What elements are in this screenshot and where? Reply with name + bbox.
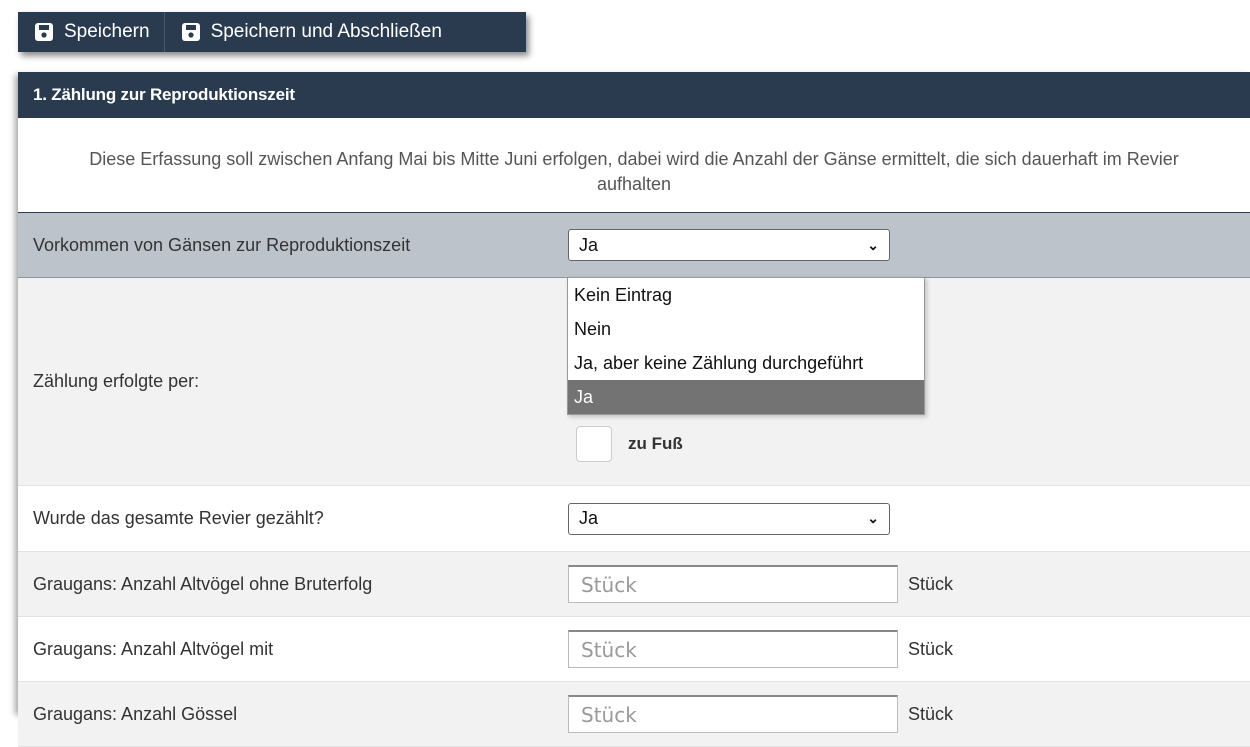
save-button[interactable]: Speichern — [18, 12, 164, 52]
gesamtes-revier-select[interactable]: Ja ⌄ — [568, 502, 890, 535]
floppy-disk-icon — [181, 23, 200, 41]
field-label: Graugans: Anzahl Gössel — [33, 703, 238, 724]
dropdown-option-selected[interactable]: Ja — [568, 380, 924, 414]
chevron-down-icon: ⌄ — [867, 510, 879, 526]
field-label: Graugans: Anzahl Altvögel mit — [33, 638, 274, 659]
unit-label: Stück — [908, 573, 954, 594]
dropdown-option[interactable]: Ja, aber keine Zählung durchgeführt — [568, 346, 924, 380]
row-mit-bruterfolg: Graugans: Anzahl Altvögel mit Stück Stüc… — [18, 617, 1250, 682]
section-title: 1. Zählung zur Reproduktionszeit — [18, 72, 1250, 118]
row-vorkommen: Vorkommen von Gänsen zur Reproduktionsze… — [18, 213, 1250, 278]
save-button-label: Speichern — [64, 21, 150, 42]
dropdown-option[interactable]: Nein — [568, 312, 924, 346]
save-and-close-button[interactable]: Speichern und Abschließen — [163, 12, 456, 52]
section-intro: Diese Erfassung soll zwischen Anfang Mai… — [18, 118, 1250, 213]
select-value: Ja — [579, 508, 599, 528]
row-gesamtes-revier: Wurde das gesamte Revier gezählt? Ja ⌄ — [18, 486, 1250, 552]
unit-label: Stück — [908, 638, 954, 659]
unit-label: Stück — [908, 703, 954, 724]
field-label: Graugans: Anzahl Altvögel ohne Bruterfol… — [33, 573, 373, 594]
zu-fuss-checkbox[interactable] — [576, 426, 612, 462]
mit-bruterfolg-input[interactable]: Stück — [568, 630, 898, 668]
checkbox-label: zu Fuß — [628, 434, 683, 453]
dropdown-option[interactable]: Kein Eintrag — [568, 278, 924, 312]
field-label: Wurde das gesamte Revier gezählt? — [33, 508, 324, 528]
row-ohne-bruterfolg: Graugans: Anzahl Altvögel ohne Bruterfol… — [18, 552, 1250, 617]
goessel-input[interactable]: Stück — [568, 695, 898, 733]
row-goessel: Graugans: Anzahl Gössel Stück Stück — [18, 682, 1250, 747]
save-and-close-button-label: Speichern und Abschließen — [210, 21, 442, 42]
ohne-bruterfolg-input[interactable]: Stück — [568, 565, 898, 603]
toolbar: Speichern Speichern und Abschließen — [18, 12, 526, 52]
floppy-disk-icon — [35, 23, 53, 41]
field-label: Zählung erfolgte per: — [33, 371, 200, 391]
chevron-down-icon: ⌄ — [867, 236, 879, 253]
select-value: Ja — [579, 234, 599, 255]
vorkommen-dropdown-list: Kein Eintrag Nein Ja, aber keine Zählung… — [567, 277, 925, 415]
field-label: Vorkommen von Gänsen zur Reproduktionsze… — [33, 234, 411, 255]
vorkommen-select[interactable]: Ja ⌄ — [568, 229, 890, 261]
